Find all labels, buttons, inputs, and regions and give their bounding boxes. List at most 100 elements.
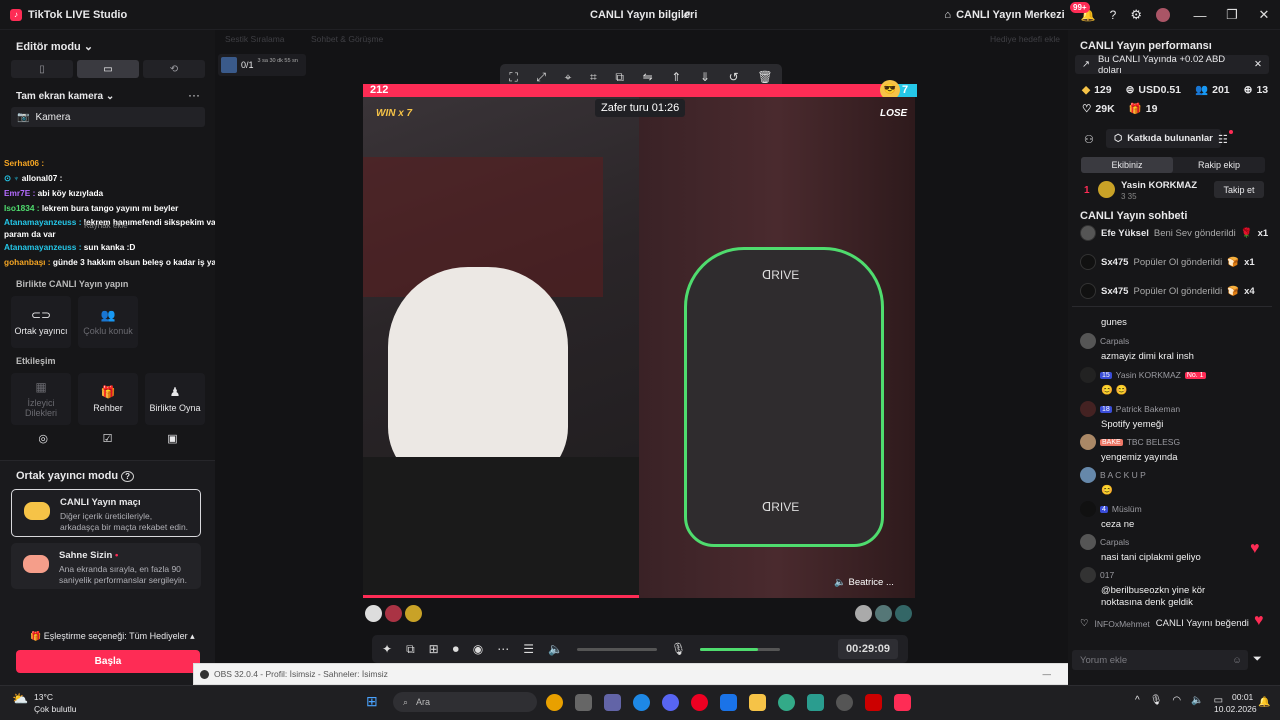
coin-icon: ⊜ [1125, 83, 1135, 96]
box-icon[interactable]: ▣ [167, 432, 177, 452]
add-scene-icon[interactable]: ⊞ [429, 642, 439, 656]
editor-mode-dropdown[interactable]: Editör modu ⌄ [16, 40, 93, 53]
undo-icon[interactable]: ↺ [729, 70, 739, 84]
filter-icon[interactable]: ⏷ [1253, 653, 1262, 666]
copy-icon[interactable]: ⧉ [615, 70, 624, 85]
guide-card[interactable]: 🎁 Rehber [78, 373, 138, 425]
screen-icon[interactable]: ⧉ [406, 642, 415, 657]
record-icon[interactable]: ⏺ [453, 642, 459, 657]
live-match-option[interactable]: CANLI Yayın maçı Diğer içerik üreticiler… [11, 489, 201, 537]
minimize-icon[interactable]: — [1184, 8, 1216, 23]
edge-icon[interactable] [633, 694, 650, 711]
gift-row: Sx475 Popüler Ol gönderildi 🍞 x1 [1080, 254, 1255, 270]
close-icon[interactable]: ✕ [1254, 59, 1262, 70]
volume-icon[interactable]: 🔈 [548, 642, 563, 656]
round-timer: Zafer turu 01:26 [595, 99, 686, 117]
discord-icon[interactable] [662, 694, 679, 711]
crop-icon[interactable]: ⌗ [590, 70, 597, 85]
pk-video: ᗡRIVE ᗡRIVE [363, 97, 915, 598]
chat-line: Iso1834 : lekrem bura tango yayını mı be… [4, 203, 179, 213]
guest-supporters [855, 605, 912, 622]
heart-icon: ♡ [1082, 102, 1092, 115]
cohost-card[interactable]: ⊂⊃ Ortak yayıncı [11, 296, 71, 348]
mic-icon[interactable]: 🎙 [1150, 695, 1163, 706]
ghost-add-source: Kaynak ekle [84, 221, 128, 230]
opera-icon[interactable] [691, 694, 708, 711]
more-icon[interactable]: ⋯ [497, 642, 509, 656]
help-icon[interactable]: ? [1110, 8, 1117, 22]
center-icon[interactable]: ⌖ [565, 70, 572, 85]
windows-start-icon[interactable]: ⊞ [366, 693, 378, 710]
obs-icon[interactable] [836, 694, 853, 711]
live-chat-title: CANLI Yayın sohbeti [1080, 210, 1188, 222]
layer-down-icon[interactable]: ⇓ [700, 70, 710, 84]
landscape-mode-button[interactable]: ▭ [77, 60, 139, 78]
mic-icon[interactable]: 🎙 [671, 642, 686, 656]
live-center-button[interactable]: ⌂ CANLI Yayın Merkezi [944, 9, 1064, 21]
cohost-mode-title: Ortak yayıncı modu ? [16, 470, 135, 482]
stage-yours-option[interactable]: Sahne Sizin • Ana ekranda sırayla, en fa… [11, 543, 201, 589]
tiktok-icon[interactable] [894, 694, 911, 711]
comment-input[interactable]: Yorum ekle ☺ [1072, 650, 1248, 670]
trash-icon[interactable]: 🗑 [757, 70, 772, 84]
fit-icon[interactable]: ⛶ [509, 70, 517, 85]
file-explorer-icon[interactable] [575, 694, 592, 711]
tab-your-team[interactable]: Ekibiniz [1081, 157, 1173, 173]
goal-widget[interactable]: 0/1 3 sa 30 dk 55 sn [218, 54, 306, 76]
chrome-icon[interactable] [546, 694, 563, 711]
speaker-icon[interactable]: 🔈 [1191, 695, 1203, 706]
camera-switch-icon[interactable]: ◉ [473, 642, 483, 656]
app-icon[interactable] [807, 694, 824, 711]
contributors-button[interactable]: ⬡ Katkıda bulunanlar [1106, 129, 1221, 148]
gift-icon: 🍞 [1227, 256, 1240, 268]
camera-source[interactable]: 📷 Kamera [11, 107, 205, 127]
portrait-mode-button[interactable]: ▯ [11, 60, 73, 78]
avatar[interactable] [1156, 8, 1170, 22]
chevron-up-icon[interactable]: ^ [1135, 695, 1140, 706]
target-icon[interactable]: ◎ [38, 432, 48, 452]
chrome-alt-icon[interactable] [778, 694, 795, 711]
clock-date[interactable]: 10.02.2026 [1214, 704, 1257, 714]
follow-button[interactable]: Takip et [1214, 181, 1264, 198]
gear-icon[interactable]: ⚙ [1130, 7, 1142, 23]
match-option-selector[interactable]: 🎁 Eşleştirme seçeneği: Tüm Hediyeler ▴ [30, 631, 195, 642]
close-icon[interactable]: ✕ [1248, 7, 1280, 23]
magic-wand-icon[interactable]: ✦ [382, 642, 392, 656]
start-button[interactable]: Başla [16, 650, 200, 673]
more-icon[interactable]: ··· [188, 88, 200, 102]
volume-slider[interactable] [576, 647, 657, 651]
teams-icon[interactable] [604, 694, 621, 711]
score-left: 212 [370, 84, 389, 96]
minimize-icon[interactable]: — [1043, 669, 1052, 679]
checkbox-icon[interactable]: ☑ [103, 432, 113, 452]
mic-slider[interactable] [700, 647, 781, 651]
app-title: TikTok LIVE Studio [28, 8, 128, 21]
maximize-icon[interactable]: ❐ [1216, 7, 1248, 23]
play-together-card[interactable]: ♟ Birlikte Oyna [145, 373, 205, 425]
expand-icon[interactable]: ⤢ [536, 70, 546, 85]
flip-icon[interactable]: ⇋ [643, 70, 653, 84]
multi-guest-card[interactable]: 👥 Çoklu konuk [78, 296, 138, 348]
mail-icon[interactable] [720, 694, 737, 711]
folder-icon[interactable] [749, 694, 766, 711]
rotate-mode-button[interactable]: ⟲ [143, 60, 205, 78]
wifi-icon[interactable]: ◠ [1172, 695, 1181, 706]
match-icon [24, 502, 50, 520]
tab-rival-team[interactable]: Rakip ekip [1173, 157, 1265, 173]
taskbar-search[interactable]: ⌕ Ara [393, 692, 537, 712]
youtube-icon[interactable] [865, 694, 882, 711]
viewer-wishes-card[interactable]: ▦ İzleyici Dilekleri [11, 373, 71, 425]
weather-icon[interactable]: ⛅ [12, 691, 28, 707]
notification-dot [1229, 130, 1233, 134]
notification-icon[interactable]: 🔔 [1258, 697, 1270, 708]
faded-gift-goal: Hediye hedefi ekle [990, 34, 1060, 44]
layer-up-icon[interactable]: ⇑ [671, 70, 681, 84]
stats-row-2: ♡ 29K 🎁 19 [1082, 102, 1157, 116]
obs-window-bar[interactable]: OBS 32.0.4 - Profil: İsimsiz - Sahneler:… [193, 663, 1112, 685]
list-icon[interactable]: ☷ [1218, 133, 1228, 146]
sliders-icon[interactable]: ☰ [523, 642, 534, 656]
user-settings-icon[interactable]: ⚇ [1084, 133, 1094, 146]
clock-time[interactable]: 00:01 [1232, 692, 1253, 702]
share-icon[interactable]: ⇗ [682, 8, 691, 21]
camera-section-title[interactable]: Tam ekran kamera ⌄ [16, 91, 114, 102]
